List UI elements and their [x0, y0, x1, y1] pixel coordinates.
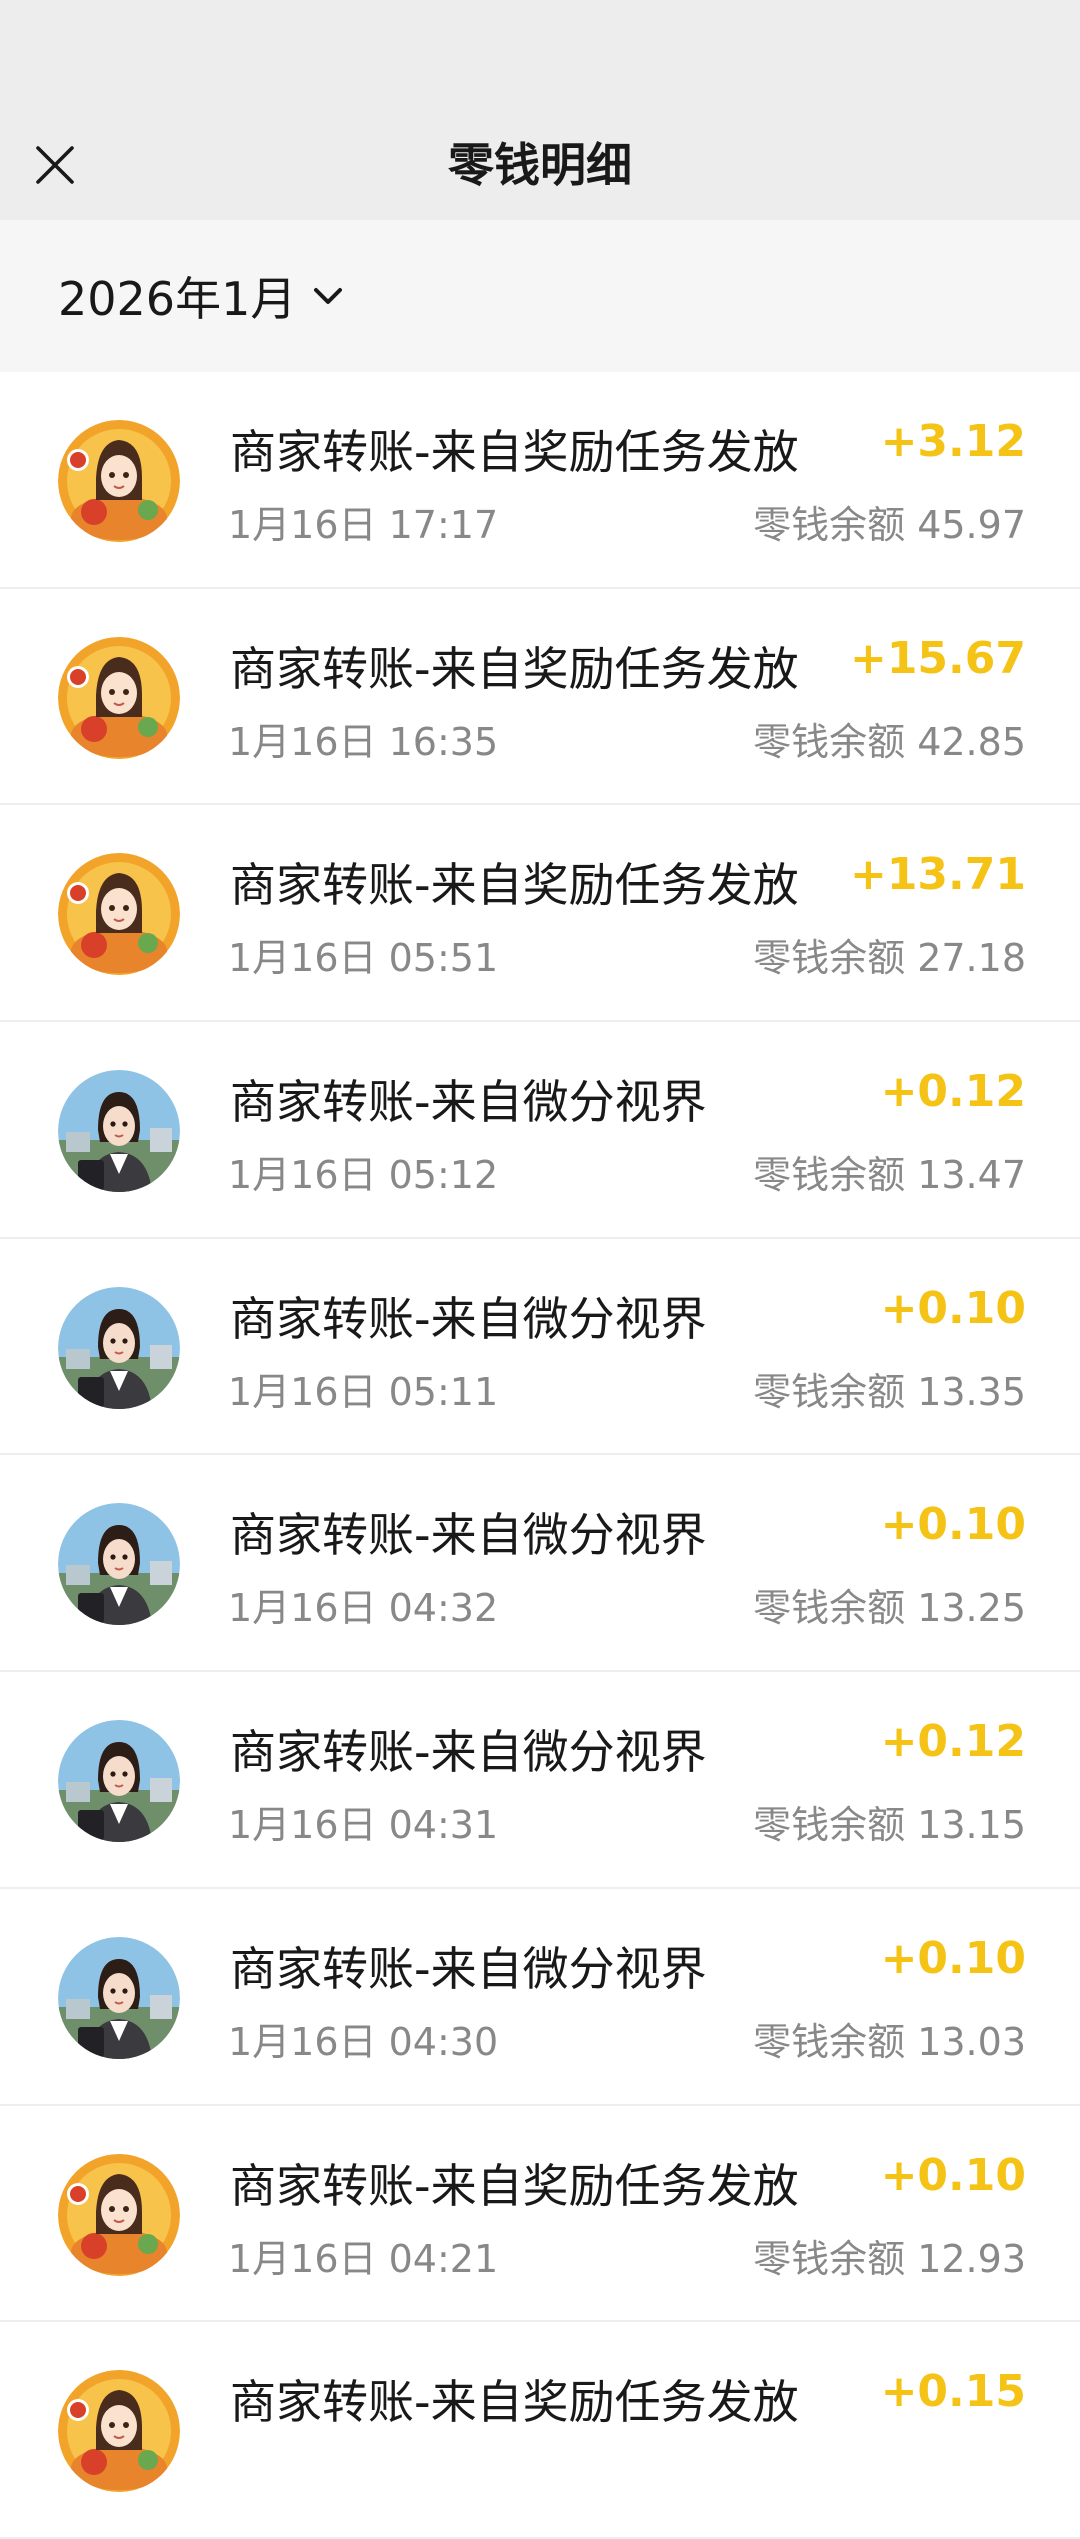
transaction-amount: +0.10 [880, 1499, 1026, 1551]
transaction-title: 商家转账-来自微分视界 [230, 1291, 707, 1346]
transaction-title: 商家转账-来自奖励任务发放 [230, 2158, 799, 2213]
business-avatar [58, 1720, 180, 1843]
balance-after: 零钱余额 13.03 [753, 2019, 1026, 2064]
transaction-amount: +3.12 [880, 416, 1026, 467]
transaction-amount: +0.12 [880, 1066, 1026, 1118]
transaction-title: 商家转账-来自奖励任务发放 [230, 641, 799, 696]
transaction-title: 商家转账-来自奖励任务发放 [230, 858, 799, 913]
transaction-title: 商家转账-来自微分视界 [230, 1075, 707, 1130]
transaction-time: 1月16日 05:51 [228, 936, 499, 981]
balance-after: 零钱余额 45.97 [753, 503, 1026, 547]
transaction-amount: +15.67 [849, 632, 1026, 684]
transaction-row[interactable]: 商家转账-来自微分视界 1月16日 04:30 +0.10 零钱余额 13.03 [0, 1889, 1080, 2106]
business-avatar [58, 1286, 180, 1409]
balance-after: 零钱余额 13.47 [753, 1153, 1026, 1198]
transaction-row[interactable]: 商家转账-来自微分视界 1月16日 04:32 +0.10 零钱余额 13.25 [0, 1455, 1080, 1672]
transaction-amount: +0.10 [880, 1282, 1026, 1334]
transaction-row[interactable]: 商家转账-来自微分视界 1月16日 05:11 +0.10 零钱余额 13.35 [0, 1239, 1080, 1456]
reward-avatar [58, 2153, 180, 2276]
transaction-time: 1月16日 16:35 [228, 719, 499, 764]
transaction-row[interactable]: 商家转账-来自微分视界 1月16日 05:12 +0.12 零钱余额 13.47 [0, 1022, 1080, 1239]
transaction-row[interactable]: 商家转账-来自奖励任务发放 1月16日 05:51 +13.71 零钱余额 27.18 [0, 805, 1080, 1022]
reward-avatar [58, 420, 180, 542]
balance-after: 零钱余额 27.18 [753, 936, 1026, 981]
transaction-amount: +0.10 [880, 2149, 1026, 2201]
month-label: 2026年1月 [58, 272, 297, 326]
transaction-title: 商家转账-来自微分视界 [230, 1941, 707, 1996]
balance-after: 零钱余额 13.15 [753, 1803, 1026, 1848]
transaction-list: 商家转账-来自奖励任务发放 1月16日 17:17 +3.12 零钱余额 45.97 商… [0, 372, 1080, 2539]
business-avatar [58, 1936, 180, 2059]
transaction-amount: +13.71 [849, 849, 1026, 901]
month-filter-bar: 2026年1月 [0, 220, 1080, 372]
transaction-row[interactable]: 商家转账-来自微分视界 1月16日 04:31 +0.12 零钱余额 13.15 [0, 1672, 1080, 1889]
transaction-row[interactable]: 商家转账-来自奖励任务发放 1月16日 04:21 +0.10 零钱余额 12.93 [0, 2106, 1080, 2323]
transaction-title: 商家转账-来自奖励任务发放 [230, 2375, 799, 2430]
balance-after: 零钱余额 13.35 [753, 1369, 1026, 1414]
reward-avatar [58, 2370, 180, 2493]
transaction-time: 1月16日 04:30 [228, 2019, 499, 2064]
transaction-time: 1月16日 17:17 [228, 503, 499, 547]
transaction-time: 1月16日 04:32 [228, 1586, 499, 1631]
transaction-time: 1月16日 04:21 [228, 2236, 499, 2281]
business-avatar [58, 1503, 180, 1626]
transaction-time: 1月16日 04:31 [228, 1803, 499, 1848]
transaction-title: 商家转账-来自微分视界 [230, 1508, 707, 1563]
page-title: 零钱明细 [448, 138, 632, 192]
nav-bar: 零钱明细 [0, 110, 1080, 220]
reward-avatar [58, 853, 180, 976]
transaction-row[interactable]: 商家转账-来自奖励任务发放 +0.15 [0, 2322, 1080, 2539]
reward-avatar [58, 636, 180, 759]
transaction-amount: +0.12 [880, 1716, 1026, 1768]
balance-after: 零钱余额 13.25 [753, 1586, 1026, 1631]
transaction-amount: +0.10 [880, 1932, 1026, 1984]
transaction-title: 商家转账-来自微分视界 [230, 1725, 707, 1780]
business-avatar [58, 1070, 180, 1193]
transaction-row[interactable]: 商家转账-来自奖励任务发放 1月16日 16:35 +15.67 零钱余额 42.85 [0, 589, 1080, 806]
transaction-row[interactable]: 商家转账-来自奖励任务发放 1月16日 17:17 +3.12 零钱余额 45.97 [0, 372, 1080, 589]
transaction-title: 商家转账-来自奖励任务发放 [230, 425, 799, 479]
month-selector[interactable]: 2026年1月 [58, 262, 344, 330]
transaction-amount: +0.15 [880, 2366, 1026, 2418]
balance-after: 零钱余额 42.85 [753, 719, 1026, 764]
chevron-down-icon [312, 280, 344, 312]
transaction-time: 1月16日 05:12 [228, 1153, 499, 1198]
transaction-time: 1月16日 05:11 [228, 1369, 499, 1414]
status-bar [0, 0, 1080, 110]
balance-after: 零钱余额 12.93 [753, 2236, 1026, 2281]
